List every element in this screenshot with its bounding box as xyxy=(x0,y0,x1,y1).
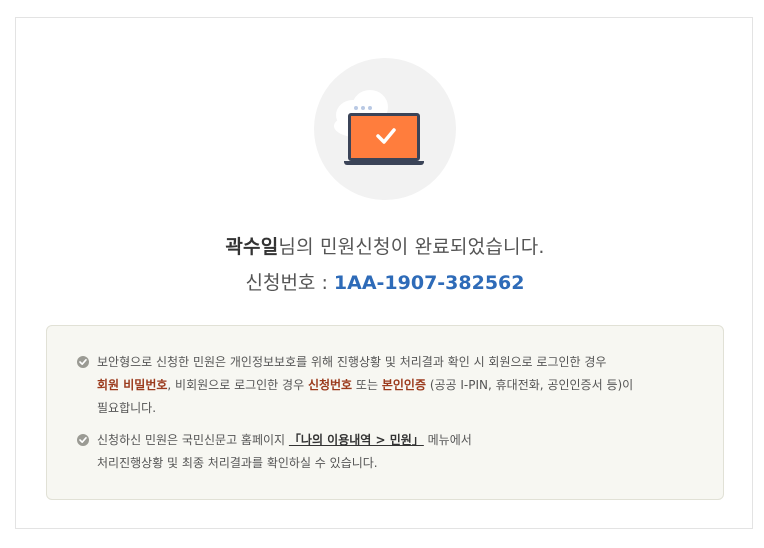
laptop-base xyxy=(344,161,424,165)
result-card: 곽수일님의 민원신청이 완료되었습니다. 신청번호 : 1AA-1907-382… xyxy=(15,17,753,529)
notice-item-secure: 보안형으로 신청한 민원은 개인정보보호를 위해 진행상황 및 처리결과 확인 … xyxy=(77,351,717,420)
member-password-label: 회원 비밀번호 xyxy=(97,378,168,392)
user-name: 곽수일 xyxy=(225,236,279,258)
laptop-screen xyxy=(348,113,420,161)
notice-box: 보안형으로 신청한 민원은 개인정보보호를 위해 진행상황 및 처리결과 확인 … xyxy=(46,325,724,500)
check-icon xyxy=(376,128,396,144)
laptop-check-icon xyxy=(314,58,456,200)
notice-text: 신청하신 민원은 국민신문고 홈페이지 xyxy=(97,433,289,447)
application-number: 신청번호 : 1AA-1907-382562 xyxy=(16,268,754,295)
notice-text: , 비회원으로 로그인한 경우 xyxy=(167,378,308,392)
application-number-term: 신청번호 xyxy=(307,378,353,392)
notice-text: (공공 I-PIN, 휴대전화, 공인인증서 등)이 xyxy=(426,378,634,392)
notice-text: 처리진행상황 및 최종 처리결과를 확인하실 수 있습니다. xyxy=(97,456,378,470)
my-usage-complaints-link[interactable]: 「나의 이용내역 > 민원」 xyxy=(289,433,424,447)
check-circle-icon xyxy=(77,434,89,446)
completion-message: 님의 민원신청이 완료되었습니다. xyxy=(278,236,545,258)
application-number-value: 1AA-1907-382562 xyxy=(333,272,525,294)
completion-title: 곽수일님의 민원신청이 완료되었습니다. xyxy=(16,232,754,259)
check-circle-icon xyxy=(77,356,89,368)
notice-text: 또는 xyxy=(352,378,382,392)
notice-text: 필요합니다. xyxy=(97,401,157,415)
notice-text: 보안형으로 신청한 민원은 개인정보보호를 위해 진행상황 및 처리결과 확인 … xyxy=(97,355,607,369)
application-number-label: 신청번호 : xyxy=(245,272,334,294)
identity-verification-term: 본인인증 xyxy=(381,378,426,392)
notice-item-history: 신청하신 민원은 국민신문고 홈페이지 「나의 이용내역 > 민원」 메뉴에서 … xyxy=(77,429,717,475)
notice-text: 메뉴에서 xyxy=(423,433,472,447)
